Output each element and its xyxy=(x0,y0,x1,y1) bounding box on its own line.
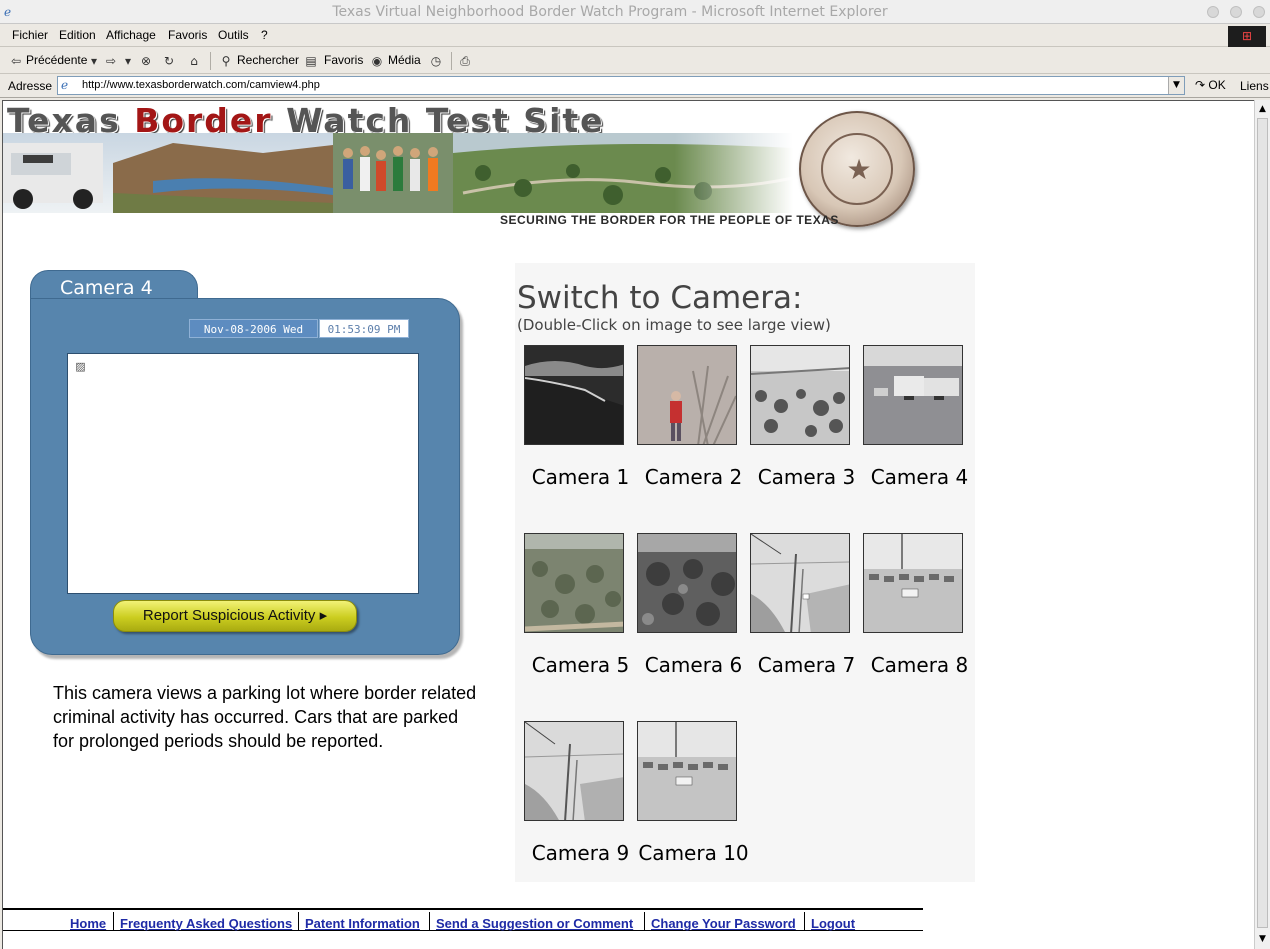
scroll-up-icon[interactable]: ▲ xyxy=(1255,102,1270,117)
forward-arrow-icon[interactable]: ⇨ xyxy=(103,53,119,69)
footer-separator xyxy=(804,912,805,931)
links-button[interactable]: Liens xyxy=(1240,79,1269,93)
camera-thumbnail-image[interactable] xyxy=(750,533,850,633)
favorites-button[interactable]: Favoris xyxy=(324,53,363,67)
camera-label[interactable]: Camera 3 xyxy=(750,465,863,490)
camera-description: This camera views a parking lot where bo… xyxy=(53,683,477,751)
play-arrow-icon: ▸ xyxy=(319,607,328,624)
site-title: Texas Border Watch Test Site xyxy=(7,101,767,140)
page-viewport: Texas Border Watch Test Site ★ SECURING … xyxy=(2,100,1254,949)
history-icon[interactable]: ◷ xyxy=(428,53,444,69)
scroll-down-icon[interactable]: ▼ xyxy=(1255,932,1270,947)
camera-date: Nov-08-2006 Wed xyxy=(189,319,318,338)
switch-subheading: (Double-Click on image to see large view… xyxy=(517,316,831,334)
switch-camera-panel: Switch to Camera: (Double-Click on image… xyxy=(515,263,975,882)
camera-thumbnail-image[interactable] xyxy=(863,345,963,445)
footer-link-patent[interactable]: Patent Information xyxy=(305,916,420,931)
report-suspicious-activity-button[interactable]: Report Suspicious Activity ▸ xyxy=(113,600,357,632)
back-dropdown-icon[interactable]: ▾ xyxy=(86,53,102,69)
camera-thumbnail-image[interactable] xyxy=(524,721,624,821)
toolbar: ⇦ Précédente ▾ ⇨ ▾ ⊗ ↻ ⌂ ⚲ Rechercher ▤ … xyxy=(0,49,1270,74)
camera-thumbnail-image[interactable] xyxy=(637,533,737,633)
toolbar-separator xyxy=(210,52,211,70)
page-icon: ℯ xyxy=(61,78,69,92)
print-icon[interactable]: ⎙ xyxy=(457,53,473,69)
banner-photo-strip xyxy=(3,133,793,213)
minimize-button[interactable] xyxy=(1207,6,1219,18)
camera-thumbnail-image[interactable] xyxy=(637,345,737,445)
seal-star-icon: ★ xyxy=(846,153,872,186)
menu-edition[interactable]: Edition xyxy=(59,28,96,42)
windows-logo-icon: ⊞ xyxy=(1228,26,1266,47)
footer-link-suggestion[interactable]: Send a Suggestion or Comment xyxy=(436,916,633,931)
camera-thumbnail-image[interactable] xyxy=(524,345,624,445)
footer-separator xyxy=(429,912,430,931)
footer-link-faq[interactable]: Frequenty Asked Questions xyxy=(120,916,292,931)
banner-tagline: SECURING THE BORDER FOR THE PEOPLE OF TE… xyxy=(500,213,839,227)
footer-link-home[interactable]: Home xyxy=(70,916,106,931)
footer-nav: Home Frequenty Asked Questions Patent In… xyxy=(3,908,923,931)
address-label: Adresse xyxy=(8,79,53,93)
camera-thumbnail-image[interactable] xyxy=(863,533,963,633)
address-url[interactable]: http://www.texasborderwatch.com/camview4… xyxy=(82,79,320,91)
vertical-scrollbar[interactable]: ▲ ▼ xyxy=(1254,100,1270,949)
back-arrow-icon[interactable]: ⇦ xyxy=(8,53,24,69)
stop-icon[interactable]: ⊗ xyxy=(138,53,154,69)
footer-separator xyxy=(644,912,645,931)
title-bar: ℯ Texas Virtual Neighborhood Border Watc… xyxy=(0,0,1270,24)
footer-separator xyxy=(113,912,114,931)
camera-label[interactable]: Camera 5 xyxy=(524,653,637,678)
close-button[interactable] xyxy=(1253,6,1265,18)
media-button[interactable]: Média xyxy=(388,53,421,67)
menu-bar: Fichier Edition Affichage Favoris Outils… xyxy=(0,25,1270,47)
camera-label[interactable]: Camera 7 xyxy=(750,653,863,678)
refresh-icon[interactable]: ↻ xyxy=(161,53,177,69)
address-dropdown-icon[interactable]: ▼ xyxy=(1168,77,1184,94)
forward-dropdown-icon[interactable]: ▾ xyxy=(120,53,136,69)
footer-link-logout[interactable]: Logout xyxy=(811,916,855,931)
switch-heading: Switch to Camera: xyxy=(517,280,803,316)
window-title: Texas Virtual Neighborhood Border Watch … xyxy=(332,4,888,20)
camera-label[interactable]: Camera 9 xyxy=(524,841,637,866)
scrollbar-thumb[interactable] xyxy=(1257,118,1268,928)
home-icon[interactable]: ⌂ xyxy=(186,53,202,69)
address-bar: Adresse ℯ http://www.texasborderwatch.co… xyxy=(0,74,1270,98)
camera-tab-label: Camera 4 xyxy=(60,277,153,299)
menu-fichier[interactable]: Fichier xyxy=(12,28,48,42)
search-icon[interactable]: ⚲ xyxy=(218,53,234,69)
camera-video-frame[interactable]: ▨ xyxy=(67,353,419,594)
favorites-icon[interactable]: ▤ xyxy=(303,53,319,69)
toolbar-separator xyxy=(451,52,452,70)
maximize-button[interactable] xyxy=(1230,6,1242,18)
camera-thumbnail-image[interactable] xyxy=(637,721,737,821)
camera-label[interactable]: Camera 6 xyxy=(637,653,750,678)
menu-favoris[interactable]: Favoris xyxy=(168,28,207,42)
camera-thumbnail-image[interactable] xyxy=(750,345,850,445)
camera-label[interactable]: Camera 1 xyxy=(524,465,637,490)
browser-window: ℯ Texas Virtual Neighborhood Border Watc… xyxy=(0,0,1270,949)
camera-panel: Nov-08-2006 Wed 01:53:09 PM ▨ Report Sus… xyxy=(30,298,460,655)
menu-outils[interactable]: Outils xyxy=(218,28,249,42)
footer-link-change-password[interactable]: Change Your Password xyxy=(651,916,796,931)
report-button-label: Report Suspicious Activity xyxy=(142,607,316,624)
camera-label[interactable]: Camera 2 xyxy=(637,465,750,490)
camera-label[interactable]: Camera 10 xyxy=(637,841,750,866)
media-icon[interactable]: ◉ xyxy=(369,53,385,69)
address-input[interactable]: ℯ http://www.texasborderwatch.com/camvie… xyxy=(57,76,1185,95)
menu-affichage[interactable]: Affichage xyxy=(106,28,156,42)
broken-image-icon: ▨ xyxy=(75,360,86,373)
camera-thumbnail-image[interactable] xyxy=(524,533,624,633)
state-of-texas-seal: ★ xyxy=(799,111,915,227)
seal-ring: ★ xyxy=(821,133,893,205)
go-label: OK xyxy=(1208,78,1226,92)
site-banner: Texas Border Watch Test Site ★ SECURING … xyxy=(3,101,918,231)
menu-help[interactable]: ? xyxy=(261,28,268,42)
camera-label[interactable]: Camera 8 xyxy=(863,653,976,678)
back-button[interactable]: Précédente xyxy=(26,53,87,67)
camera-label[interactable]: Camera 4 xyxy=(863,465,976,490)
footer-separator xyxy=(298,912,299,931)
go-button[interactable]: ↷ OK xyxy=(1195,78,1226,92)
camera-time: 01:53:09 PM xyxy=(319,319,409,338)
search-button[interactable]: Rechercher xyxy=(237,53,299,67)
